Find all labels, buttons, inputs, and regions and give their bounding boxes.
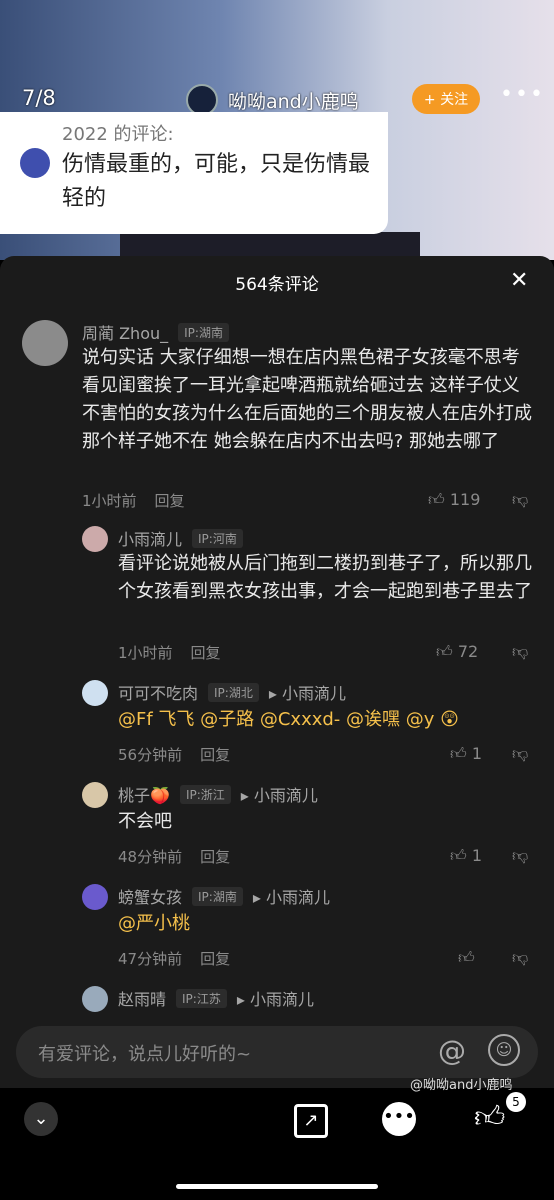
- comment-author[interactable]: 赵雨晴 IP:江苏 ▸ 小雨滴儿: [118, 986, 314, 1010]
- like-count: 72: [457, 642, 479, 661]
- reply-to-name[interactable]: 小雨滴儿: [266, 888, 330, 907]
- avatar[interactable]: [82, 986, 108, 1012]
- timestamp: 56分钟前: [118, 746, 183, 764]
- watermark: @呦呦and小鹿鸣: [410, 1078, 513, 1093]
- author-name[interactable]: 小雨滴儿: [118, 530, 182, 549]
- thumb-up-icon: 👍︎: [436, 642, 453, 661]
- thumb-down-icon[interactable]: 👎︎: [512, 642, 528, 662]
- avatar[interactable]: [82, 782, 108, 808]
- timestamp: 1小时前: [82, 492, 137, 510]
- thumb-down-icon[interactable]: 👎︎: [512, 490, 528, 510]
- comment-author[interactable]: 可可不吃肉 IP:湖北 ▸ 小雨滴儿: [118, 680, 346, 704]
- like-button[interactable]: 👍︎ 1: [450, 744, 482, 764]
- ip-badge: IP:湖北: [208, 683, 259, 702]
- thumb-down-icon[interactable]: 👎︎: [512, 846, 528, 866]
- author-name[interactable]: 周蔺 Zhou_: [82, 324, 168, 343]
- like-button[interactable]: 👍︎ 72: [436, 642, 478, 662]
- avatar[interactable]: [82, 526, 108, 552]
- quoted-text: 伤情最重的，可能，只是伤情最轻的: [62, 152, 371, 211]
- thumb-up-icon: 👍︎: [458, 948, 475, 967]
- comment-text: 看评论说她被从后门拖到二楼扔到巷子了，所以那几个女孩看到黑衣女孩出事，才会一起跑…: [118, 553, 532, 602]
- comment-author[interactable]: 桃子🍑 IP:浙江 ▸ 小雨滴儿: [118, 782, 318, 806]
- comment-author[interactable]: 周蔺 Zhou_ IP:湖南: [82, 320, 229, 344]
- author-name[interactable]: 桃子🍑: [118, 786, 170, 805]
- quoted-avatar: [20, 148, 50, 178]
- more-icon[interactable]: •••: [500, 82, 545, 107]
- thumb-up-icon: 👍︎: [428, 490, 445, 509]
- avatar[interactable]: [22, 320, 68, 366]
- page-indicator: 7/8: [22, 86, 56, 110]
- comment-meta: 56分钟前 回复: [118, 744, 248, 765]
- ip-badge: IP:湖南: [192, 887, 243, 906]
- comment-meta: 47分钟前 回复: [118, 948, 248, 969]
- ip-badge: IP:江苏: [176, 989, 227, 1008]
- follow-button[interactable]: + 关注: [412, 84, 480, 114]
- like-count: 119: [449, 490, 481, 509]
- reply-button[interactable]: 回复: [191, 644, 221, 662]
- like-count: 1: [471, 744, 483, 763]
- comment-text: 说句实话 大家仔细想一想在店内黑色裙子女孩毫不思考 看见闺蜜挨了一耳光拿起啤酒瓶…: [82, 347, 532, 452]
- author-name[interactable]: 可可不吃肉: [118, 684, 198, 703]
- timestamp: 47分钟前: [118, 950, 183, 968]
- reply-to: ▸ 小雨滴儿: [236, 990, 314, 1009]
- comment-text: 不会吧: [118, 811, 172, 832]
- comment-count-title: 564条评论: [235, 275, 319, 295]
- comment-input[interactable]: 有爱评论，说点儿好听的~ @ ☺: [16, 1026, 538, 1078]
- like-button[interactable]: 👍︎: [458, 948, 475, 968]
- ip-badge: IP:河南: [192, 529, 243, 548]
- year-label: 2022 的评论:: [62, 124, 174, 145]
- chevron-down-icon[interactable]: ⌄: [24, 1102, 58, 1136]
- avatar[interactable]: [82, 680, 108, 706]
- close-icon[interactable]: ✕: [510, 268, 528, 293]
- thumb-up-icon: 👍︎: [450, 744, 467, 763]
- at-mention-icon[interactable]: @: [438, 1034, 466, 1067]
- input-placeholder: 有爱评论，说点儿好听的~: [38, 1044, 252, 1065]
- like-count: 1: [471, 846, 483, 865]
- comment-author[interactable]: 小雨滴儿 IP:河南: [118, 526, 243, 550]
- reply-to-name[interactable]: 小雨滴儿: [250, 990, 314, 1009]
- author-name[interactable]: 呦呦and小鹿鸣: [228, 87, 359, 114]
- reply-button[interactable]: 回复: [200, 950, 230, 968]
- ip-badge: IP:浙江: [179, 785, 231, 804]
- like-button[interactable]: 👍︎ 119: [428, 490, 480, 510]
- thumb-down-icon[interactable]: 👎︎: [512, 744, 528, 764]
- reply-to-name[interactable]: 小雨滴儿: [254, 786, 318, 805]
- share-icon[interactable]: ↗: [294, 1104, 328, 1138]
- like-count-badge: 5: [506, 1092, 526, 1112]
- quoted-comment: 2022 的评论: 伤情最重的，可能，只是伤情最轻的: [0, 112, 388, 234]
- comment-meta: 48分钟前 回复: [118, 846, 248, 867]
- ip-badge: IP:湖南: [178, 323, 229, 342]
- reply-to: ▸ 小雨滴儿: [268, 684, 346, 703]
- reply-button[interactable]: 回复: [200, 746, 230, 764]
- like-button[interactable]: 👍︎ 1: [450, 846, 482, 866]
- home-indicator: [176, 1184, 378, 1189]
- comment-text: @Ff 飞飞 @子路 @Cxxxd- @诶嘿 @y 😲: [118, 709, 459, 730]
- reply-to: ▸ 小雨滴儿: [252, 888, 330, 907]
- comment-meta: 1小时前 回复: [118, 642, 239, 663]
- author-name[interactable]: 螃蟹女孩: [118, 888, 182, 907]
- author-name[interactable]: 赵雨晴: [118, 990, 166, 1009]
- comment-icon[interactable]: •••: [382, 1102, 416, 1136]
- comment-text: @严小桃: [118, 913, 190, 934]
- reply-to-name[interactable]: 小雨滴儿: [282, 684, 346, 703]
- emoji-icon[interactable]: ☺: [488, 1034, 520, 1066]
- reply-button[interactable]: 回复: [155, 492, 185, 510]
- timestamp: 48分钟前: [118, 848, 183, 866]
- timestamp: 1小时前: [118, 644, 173, 662]
- reply-to: ▸ 小雨滴儿: [240, 786, 318, 805]
- bottom-bar: @呦呦and小鹿鸣 ⌄ ↗ ••• 👍︎ 5: [0, 1078, 554, 1200]
- avatar[interactable]: [82, 884, 108, 910]
- comment-author[interactable]: 螃蟹女孩 IP:湖南 ▸ 小雨滴儿: [118, 884, 330, 908]
- reply-button[interactable]: 回复: [200, 848, 230, 866]
- thumb-down-icon[interactable]: 👎︎: [512, 948, 528, 968]
- thumb-up-icon: 👍︎: [450, 846, 467, 865]
- comment-meta: 1小时前 回复: [82, 490, 203, 511]
- like-icon[interactable]: 👍︎: [474, 1100, 505, 1136]
